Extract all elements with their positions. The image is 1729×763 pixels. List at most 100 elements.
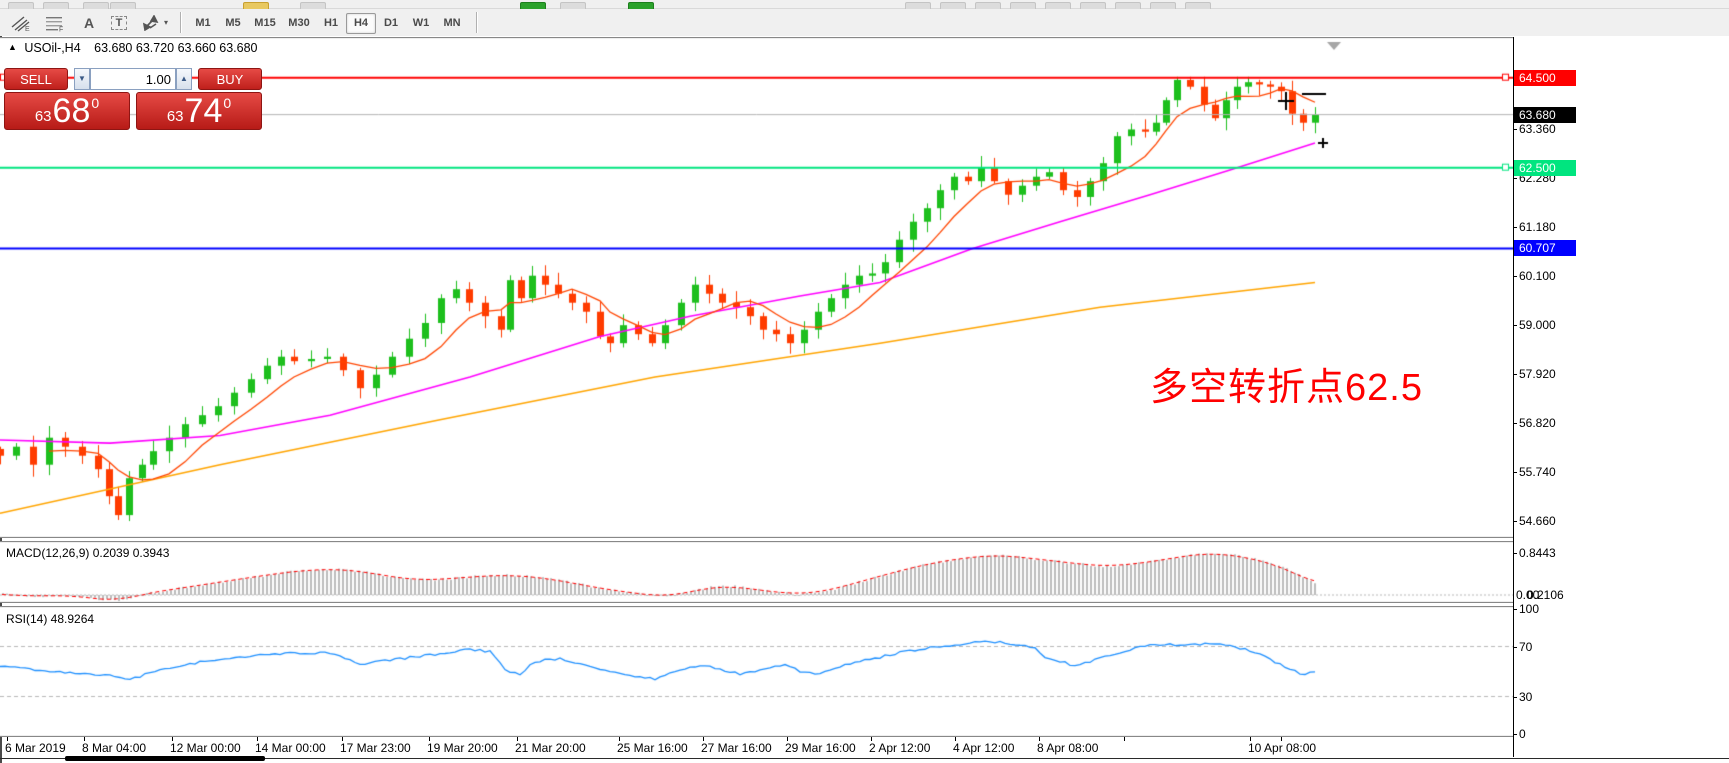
volume-input[interactable] (90, 68, 176, 90)
symbol-name: USOil-,H4 (24, 41, 80, 55)
cutoff-toolbar-icon (1010, 2, 1036, 9)
macd-axis-tick-label: 0.8443 (1519, 546, 1556, 560)
time-axis-label: 25 Mar 16:00 (617, 741, 688, 755)
price-axis-tick-label: 54.660 (1519, 514, 1556, 528)
cutoff-toolbar-icon (975, 2, 1001, 9)
macd-axis-tick-label: 0.2106 (1527, 588, 1564, 602)
timeframe-mn[interactable]: MN (436, 13, 468, 34)
price-axis-tick-label: 61.180 (1519, 220, 1556, 234)
chart-annotation-text: 多空转折点62.5 (1150, 356, 1423, 411)
rsi-axis-tick-label: 100 (1519, 602, 1539, 616)
rsi-axis-tick-label: 70 (1519, 640, 1532, 654)
rsi-label: RSI(14) 48.9264 (6, 612, 94, 626)
time-axis-tick (955, 737, 956, 741)
time-axis-label: 19 Mar 20:00 (427, 741, 498, 755)
volume-increase-button[interactable]: ▲ (176, 68, 192, 90)
sell-button[interactable]: SELL (4, 68, 68, 90)
cutoff-toolbar-icon (1185, 2, 1211, 9)
time-axis-tick (871, 737, 872, 741)
bottom-scrollbar-thumb[interactable] (65, 756, 265, 761)
volume-decrease-button[interactable]: ▼ (74, 68, 90, 90)
cutoff-toolbar-icon (905, 2, 931, 9)
time-axis-label: 10 Apr 08:00 (1248, 741, 1316, 755)
buy-price-big: 74 (185, 94, 223, 128)
toolbar: E F A T ▾ M1 M5 M15 M30 H1 H4 D1 W1 MN (0, 9, 1729, 37)
price-axis-tick-mark (1513, 129, 1517, 130)
rsi-panel-canvas[interactable] (0, 606, 1513, 737)
sell-price-prefix: 63 (35, 108, 52, 125)
sell-price-sup: 0 (91, 95, 99, 111)
time-axis-label: 27 Mar 16:00 (701, 741, 772, 755)
price-axis-tick-label: 56.820 (1519, 416, 1556, 430)
time-axis-tick (619, 737, 620, 741)
timeframe-w1[interactable]: W1 (406, 13, 436, 34)
cutoff-toolbar-icon (300, 2, 326, 9)
chart-title: ▲ USOil-,H4 63.680 63.720 63.660 63.680 (8, 41, 258, 55)
timeframe-m15[interactable]: M15 (248, 13, 282, 34)
macd-label: MACD(12,26,9) 0.2039 0.3943 (6, 546, 169, 560)
timeframe-h4[interactable]: H4 (346, 13, 376, 34)
time-axis-tick (517, 737, 518, 741)
rsi-axis-tick-label: 30 (1519, 690, 1532, 704)
price-axis-tick-mark (1513, 374, 1517, 375)
macd-axis-tick-mark (1513, 553, 1517, 554)
price-tag-64.500: 64.500 (1514, 70, 1576, 86)
timeframe-d1[interactable]: D1 (376, 13, 406, 34)
time-axis-label: 6 Mar 2019 (5, 741, 66, 755)
time-axis-tick (342, 737, 343, 741)
rsi-axis-tick-mark (1513, 734, 1517, 735)
time-axis-label: 29 Mar 16:00 (785, 741, 856, 755)
dropdown-caret-icon: ▾ (164, 18, 168, 27)
timeframe-m5[interactable]: M5 (218, 13, 248, 34)
cutoff-toolbar-icon (520, 2, 546, 9)
text-box-icon[interactable]: T (106, 12, 132, 33)
cutoff-toolbar-icon (83, 2, 109, 9)
price-tag-63.680: 63.680 (1514, 107, 1576, 123)
price-axis-tick-label: 60.100 (1519, 269, 1556, 283)
price-axis-line (1513, 37, 1514, 757)
time-axis-label: 21 Mar 20:00 (515, 741, 586, 755)
collapse-trade-panel-icon[interactable]: ▲ (8, 42, 17, 52)
fibonacci-icon[interactable]: F (42, 12, 68, 33)
time-axis-label: 4 Apr 12:00 (953, 741, 1014, 755)
svg-text:F: F (59, 26, 63, 32)
time-axis-label: 8 Mar 04:00 (82, 741, 146, 755)
equidistant-channel-icon[interactable]: E (8, 12, 34, 33)
time-axis-label: 2 Apr 12:00 (869, 741, 930, 755)
price-axis-tick-label: 55.740 (1519, 465, 1556, 479)
price-axis-tick-label: 57.920 (1519, 367, 1556, 381)
macd-panel-canvas[interactable] (0, 541, 1513, 603)
time-axis-tick (257, 737, 258, 741)
buy-price-display[interactable]: 63 74 0 (136, 92, 262, 130)
buy-button[interactable]: BUY (198, 68, 262, 90)
top-window-strip (0, 0, 1729, 9)
sell-price-big: 68 (53, 94, 91, 128)
arrows-icon[interactable]: ▾ (138, 12, 172, 33)
timeframe-h1[interactable]: H1 (316, 13, 346, 34)
svg-text:E: E (25, 26, 30, 32)
ohlc-values: 63.680 63.720 63.660 63.680 (94, 41, 257, 55)
time-axis-tick (1039, 737, 1040, 741)
timeframe-m30[interactable]: M30 (282, 13, 316, 34)
buy-price-sup: 0 (223, 95, 231, 111)
sell-price-display[interactable]: 63 68 0 (4, 92, 130, 130)
timeframe-m1[interactable]: M1 (188, 13, 218, 34)
cutoff-toolbar-icon (243, 2, 269, 9)
cutoff-toolbar-icon (1150, 2, 1176, 9)
price-axis-tick-label: 59.000 (1519, 318, 1556, 332)
cutoff-toolbar-icon (560, 2, 586, 9)
time-axis-tick (1250, 737, 1251, 741)
cutoff-toolbar-icon (940, 2, 966, 9)
cutoff-toolbar-icon (110, 2, 136, 9)
toolbar-separator (180, 12, 181, 33)
time-axis-tick (7, 737, 8, 741)
rsi-axis-tick-label: 0 (1519, 727, 1526, 741)
text-label-icon[interactable]: A (76, 12, 102, 33)
price-tag-60.707: 60.707 (1514, 240, 1576, 256)
buy-price-prefix: 63 (167, 108, 184, 125)
rsi-axis-tick-mark (1513, 609, 1517, 610)
cutoff-toolbar-icon (1080, 2, 1106, 9)
cutoff-toolbar-icon (628, 2, 654, 9)
time-axis-tick (703, 737, 704, 741)
cutoff-toolbar-icon (43, 2, 69, 9)
